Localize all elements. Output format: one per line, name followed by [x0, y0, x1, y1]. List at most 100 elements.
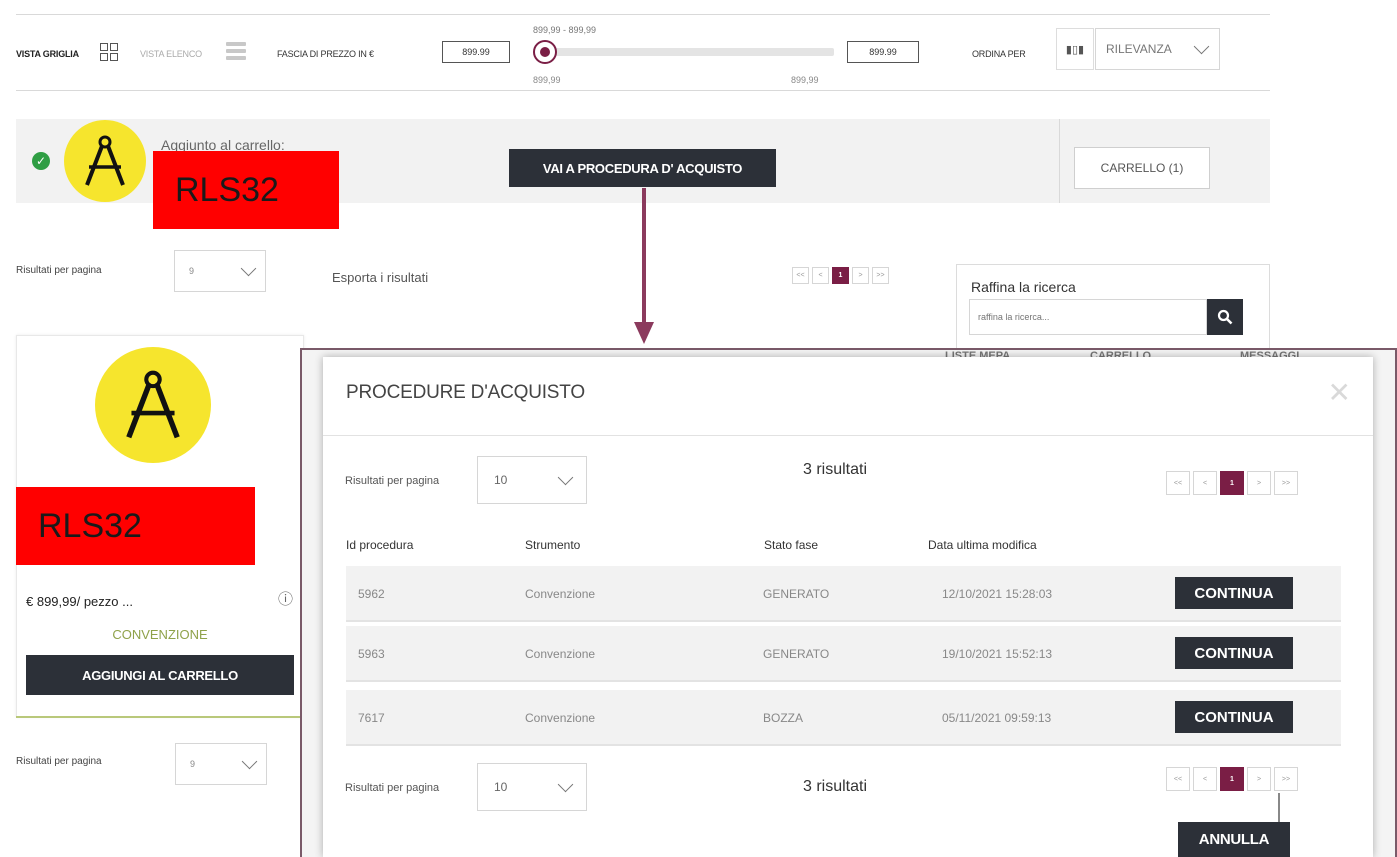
- annulla-connector-line: [1278, 793, 1280, 823]
- search-icon: [1217, 309, 1233, 325]
- modal-results-count: 3 risultati: [803, 461, 868, 478]
- table-row: 7617 Convenzione BOZZA 05/11/2021 09:59:…: [346, 690, 1341, 746]
- sort-label: ORDINA PER: [972, 49, 1026, 59]
- modal-footer-pagination: << < 1 > >>: [1166, 767, 1298, 791]
- continua-button[interactable]: CONTINUA: [1175, 637, 1293, 669]
- pager-prev[interactable]: <: [1193, 471, 1217, 495]
- cell-data: 12/10/2021 15:28:03: [942, 587, 1053, 601]
- modal-results-per-page-label: Risultati per pagina: [345, 475, 440, 487]
- pager-first[interactable]: <<: [1166, 767, 1190, 791]
- cart-button[interactable]: CARRELLO (1): [1074, 147, 1210, 189]
- banner-divider: [1059, 119, 1060, 203]
- modal-footer-results-per-page-value: 10: [494, 780, 508, 794]
- pager-next[interactable]: >: [852, 267, 869, 284]
- table-row: 5963 Convenzione GENERATO 19/10/2021 15:…: [346, 626, 1341, 682]
- chevron-down-icon: [557, 776, 574, 793]
- continua-button[interactable]: CONTINUA: [1175, 577, 1293, 609]
- refine-search-title: Raffina la ricerca: [971, 279, 1076, 295]
- redacted-product-code: RLS32: [153, 151, 339, 229]
- slider-min-text: 899,99: [533, 75, 561, 85]
- pager-page-current[interactable]: 1: [1220, 471, 1244, 495]
- pager-prev[interactable]: <: [1193, 767, 1217, 791]
- grid-view-label[interactable]: VISTA GRIGLIA: [16, 49, 79, 59]
- bottom-results-per-page-select[interactable]: 9: [175, 743, 267, 785]
- sort-order-glyph: ▮▯▮: [1065, 43, 1085, 56]
- column-header-id: Id procedura: [346, 538, 414, 552]
- column-header-data: Data ultima modifica: [928, 538, 1037, 552]
- bottom-results-per-page-value: 9: [190, 759, 196, 769]
- results-per-page-value: 9: [189, 266, 195, 276]
- close-icon[interactable]: ✕: [1328, 379, 1351, 407]
- chevron-down-icon: [1193, 38, 1210, 55]
- export-results-link[interactable]: Esporta i risultati: [332, 270, 428, 285]
- pager-last[interactable]: >>: [1274, 767, 1298, 791]
- search-button[interactable]: [1207, 299, 1243, 335]
- refine-search-input[interactable]: [969, 299, 1207, 335]
- column-header-stato: Stato fase: [764, 538, 819, 552]
- list-view-icon[interactable]: [226, 42, 246, 60]
- product-price: € 899,99/ pezzo ...: [26, 594, 133, 609]
- results-pagination: << < 1 > >>: [792, 267, 889, 284]
- pager-next[interactable]: >: [1247, 471, 1271, 495]
- pager-page-current[interactable]: 1: [1220, 767, 1244, 791]
- modal-title: PROCEDURE D'ACQUISTO: [346, 382, 585, 403]
- price-min-input[interactable]: 899.99: [442, 41, 510, 63]
- pager-first[interactable]: <<: [1166, 471, 1190, 495]
- toolbar-top-divider: [16, 14, 1270, 15]
- column-header-strumento: Strumento: [525, 538, 581, 552]
- chevron-down-icon: [240, 260, 257, 277]
- bottom-results-per-page-label: Risultati per pagina: [16, 756, 102, 767]
- chevron-down-icon: [241, 753, 258, 770]
- grid-view-icon[interactable]: [100, 43, 118, 61]
- toolbar-bottom-divider: [16, 90, 1270, 91]
- table-row: 5962 Convenzione GENERATO 12/10/2021 15:…: [346, 566, 1341, 622]
- sort-select[interactable]: RILEVANZA: [1095, 28, 1220, 70]
- pager-last[interactable]: >>: [1274, 471, 1298, 495]
- continua-button[interactable]: CONTINUA: [1175, 701, 1293, 733]
- pager-page-current[interactable]: 1: [832, 267, 849, 284]
- add-to-cart-button[interactable]: AGGIUNGI AL CARRELLO: [26, 655, 294, 695]
- cell-id: 7617: [358, 711, 385, 725]
- price-slider-track[interactable]: [540, 48, 834, 56]
- checkout-procedure-button[interactable]: VAI A PROCEDURA D' ACQUISTO: [509, 149, 776, 187]
- flow-arrow: [634, 188, 654, 344]
- purchase-procedures-modal: PROCEDURE D'ACQUISTO ✕ Risultati per pag…: [323, 357, 1373, 857]
- modal-footer-results-per-page-label: Risultati per pagina: [345, 782, 440, 794]
- pager-next[interactable]: >: [1247, 767, 1271, 791]
- cell-stato: BOZZA: [763, 711, 804, 725]
- compass-icon: [95, 347, 211, 463]
- cell-strumento: Convenzione: [525, 711, 596, 725]
- modal-header-divider: [323, 435, 1373, 436]
- slider-max-text: 899,99: [791, 75, 819, 85]
- price-max-input[interactable]: 899.99: [847, 41, 919, 63]
- cell-id: 5963: [358, 647, 385, 661]
- refine-search-panel: Raffina la ricerca: [956, 264, 1270, 354]
- modal-results-per-page-select[interactable]: 10: [477, 456, 587, 504]
- compass-logo-svg: [126, 370, 180, 439]
- pager-first[interactable]: <<: [792, 267, 809, 284]
- sort-select-value: RILEVANZA: [1106, 42, 1172, 56]
- chevron-down-icon: [557, 469, 574, 486]
- cell-strumento: Convenzione: [525, 587, 596, 601]
- redacted-product-code: RLS32: [16, 487, 255, 565]
- cell-strumento: Convenzione: [525, 647, 596, 661]
- list-view-label[interactable]: VISTA ELENCO: [140, 49, 202, 59]
- check-circle-icon: ✓: [32, 152, 50, 170]
- sort-order-icon[interactable]: ▮▯▮: [1056, 28, 1094, 70]
- results-per-page-label: Risultati per pagina: [16, 265, 102, 276]
- product-card-accent: [16, 716, 304, 718]
- info-icon[interactable]: ⓘ: [278, 588, 293, 609]
- modal-footer-results-count: 3 risultati: [803, 778, 868, 795]
- compass-logo-svg: [85, 135, 125, 186]
- results-per-page-select[interactable]: 9: [174, 250, 266, 292]
- cancel-button[interactable]: ANNULLA: [1178, 822, 1290, 857]
- modal-footer-results-per-page-select[interactable]: 10: [477, 763, 587, 811]
- price-range-label: FASCIA DI PREZZO IN €: [277, 49, 374, 59]
- cell-data: 05/11/2021 09:59:13: [942, 711, 1052, 725]
- cell-id: 5962: [358, 587, 385, 601]
- price-slider-handle[interactable]: [533, 40, 557, 64]
- modal-results-per-page-value: 10: [494, 473, 508, 487]
- pager-last[interactable]: >>: [872, 267, 889, 284]
- compass-icon: [64, 120, 146, 202]
- pager-prev[interactable]: <: [812, 267, 829, 284]
